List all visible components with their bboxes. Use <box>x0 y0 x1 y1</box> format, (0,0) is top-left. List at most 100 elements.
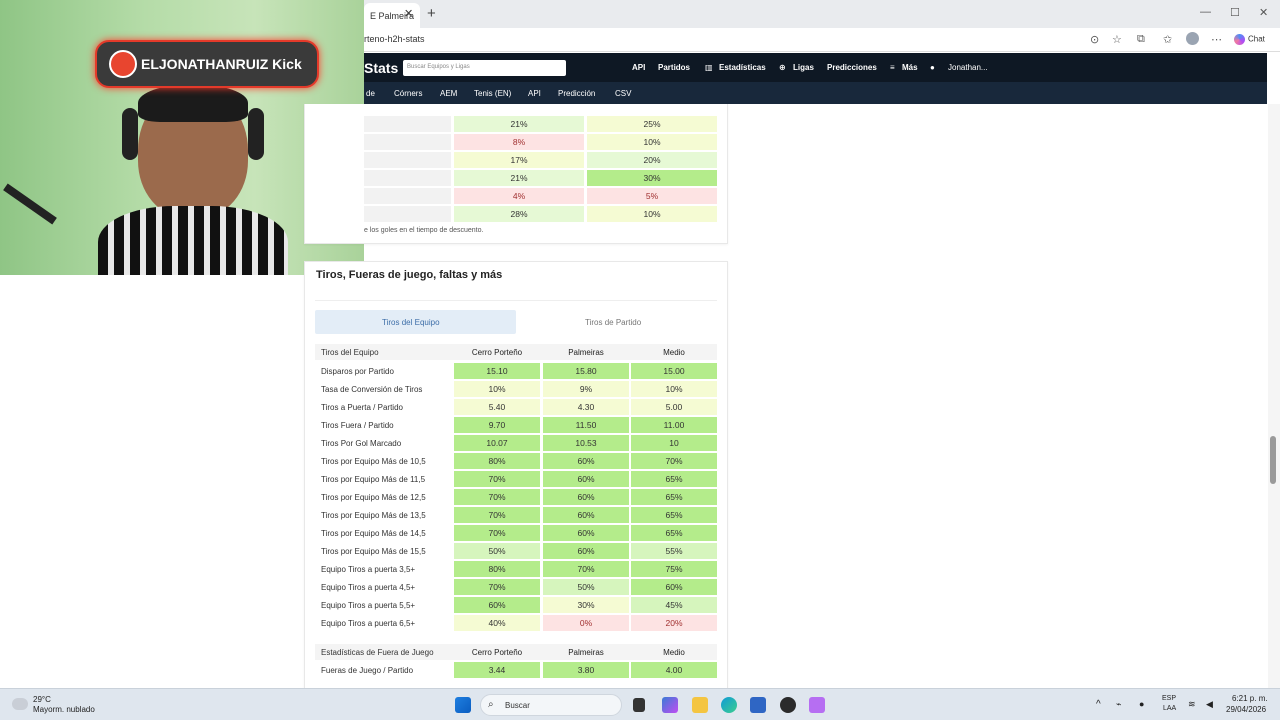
nav-mas[interactable]: Más <box>902 63 918 72</box>
shots-section-title: Tiros, Fueras de juego, faltas y más <box>316 269 503 281</box>
table-cell: 9.70 <box>454 417 540 433</box>
clock-time[interactable]: 6:21 p. m. <box>1232 694 1268 703</box>
table-row <box>364 188 451 204</box>
row-label: Tiros por Equipo Más de 11,5 <box>321 475 426 484</box>
task-view-icon[interactable] <box>633 698 645 712</box>
site-search-input[interactable]: Buscar Equipos y Ligas <box>403 60 566 76</box>
table-cell: 65% <box>631 507 717 523</box>
tab-tiros-partido[interactable]: Tiros de Partido <box>585 318 641 327</box>
language-top[interactable]: ESP <box>1162 695 1176 702</box>
table-cell: 40% <box>454 615 540 631</box>
table-cell: 17% <box>454 152 584 168</box>
table-cell: 10 <box>631 435 717 451</box>
subnav-aem[interactable]: AEM <box>440 89 457 98</box>
table-cell: 11.00 <box>631 417 717 433</box>
extensions-icon[interactable]: ⧉ <box>1137 33 1145 46</box>
browser-tab-bar <box>364 0 1280 28</box>
volume-icon[interactable]: ◀ <box>1206 699 1213 710</box>
subnav-api[interactable]: API <box>528 89 541 98</box>
table-cell: 4.30 <box>543 399 629 415</box>
table-row <box>364 134 451 150</box>
taskbar-search[interactable]: ⌕ Buscar <box>480 694 622 716</box>
nav-api[interactable]: API <box>632 63 645 72</box>
more-menu-icon[interactable]: ⋯ <box>1211 33 1222 46</box>
close-window-icon[interactable]: ✕ <box>1259 6 1268 19</box>
row-label: Disparos por Partido <box>321 367 394 376</box>
table-cell: 5% <box>587 188 717 204</box>
table-cell: 70% <box>454 579 540 595</box>
wifi-icon[interactable]: ≋ <box>1188 699 1196 710</box>
table-cell: 20% <box>587 152 717 168</box>
weather-icon[interactable] <box>12 698 28 710</box>
table-cell: 25% <box>587 116 717 132</box>
nav-partidos[interactable]: Partidos <box>658 63 690 72</box>
store-icon[interactable] <box>750 697 766 713</box>
row-label: Tiros por Equipo Más de 12,5 <box>321 493 426 502</box>
subnav-tenis[interactable]: Tenis (EN) <box>474 89 511 98</box>
favorite-star-icon[interactable]: ☆ <box>1112 33 1122 46</box>
table-cell: 4% <box>454 188 584 204</box>
table-cell: 10% <box>631 381 717 397</box>
table-cell: 5.40 <box>454 399 540 415</box>
card-divider <box>315 300 717 301</box>
row-label: Tiros Fuera / Partido <box>321 421 394 430</box>
copilot-chat-button[interactable]: Chat <box>1234 34 1265 45</box>
table-cell: 4.00 <box>631 662 717 678</box>
table-cell: 3.44 <box>454 662 540 678</box>
nav-ligas[interactable]: Ligas <box>793 63 814 72</box>
favorites-icon[interactable]: ✩ <box>1163 33 1172 46</box>
language-bottom[interactable]: LAA <box>1163 705 1176 712</box>
clock-date[interactable]: 29/04/2026 <box>1226 705 1266 714</box>
tab-tiros-equipo-label: Tiros del Equipo <box>382 318 440 327</box>
table-cell: 70% <box>543 561 629 577</box>
edge-browser-icon[interactable] <box>721 697 737 713</box>
nav-estadisticas[interactable]: Estadísticas <box>719 63 766 72</box>
weather-desc[interactable]: Mayorm. nublado <box>33 705 95 714</box>
site-brand[interactable]: Stats <box>364 60 398 76</box>
table-cell: 75% <box>631 561 717 577</box>
header-medio: Medio <box>663 348 685 357</box>
row-label: Tiros por Equipo Más de 14,5 <box>321 529 426 538</box>
streaming-app-icon[interactable] <box>809 697 825 713</box>
close-tab-icon[interactable]: ✕ <box>404 7 413 20</box>
subnav-prediccion[interactable]: Predicción <box>558 89 595 98</box>
profile-avatar-icon[interactable] <box>1186 32 1199 45</box>
reader-icon[interactable]: ⊙ <box>1090 33 1099 46</box>
copilot-app-icon[interactable] <box>662 697 678 713</box>
obs-icon[interactable] <box>780 697 796 713</box>
row-label: Tiros Por Gol Marcado <box>321 439 402 448</box>
hamburger-icon: ≡ <box>890 63 895 72</box>
row-label: Equipo Tiros a puerta 3,5+ <box>321 565 416 574</box>
taskbar-search-label: Buscar <box>505 701 530 710</box>
new-tab-icon[interactable]: + <box>427 5 436 22</box>
url-text[interactable]: rteno-h2h-stats <box>364 34 425 44</box>
nav-predicciones[interactable]: Predicciones <box>827 63 877 72</box>
scrollbar-thumb[interactable] <box>1270 436 1276 484</box>
globe-icon: ⊕ <box>779 63 786 72</box>
tray-chevron-icon[interactable]: ^ <box>1096 699 1101 710</box>
windows-start-icon[interactable] <box>455 697 471 713</box>
table-row <box>364 206 451 222</box>
site-subnav: de Córners AEM Tenis (EN) API Predicción… <box>364 82 1267 104</box>
row-label: Equipo Tiros a puerta 6,5+ <box>321 619 416 628</box>
table-cell: 70% <box>454 471 540 487</box>
table-cell: 65% <box>631 471 717 487</box>
network-icon[interactable]: ⌁ <box>1116 699 1121 710</box>
subnav-corners[interactable]: Córners <box>394 89 422 98</box>
table-cell: 15.80 <box>543 363 629 379</box>
subnav-item[interactable]: de <box>366 89 375 98</box>
table-cell: 60% <box>543 543 629 559</box>
table-cell: 60% <box>543 471 629 487</box>
file-explorer-icon[interactable] <box>692 697 708 713</box>
weather-temp[interactable]: 29°C <box>33 695 51 704</box>
minimize-icon[interactable]: — <box>1200 6 1211 18</box>
page-scrollbar[interactable] <box>1268 104 1280 688</box>
table-cell: 9% <box>543 381 629 397</box>
nav-user[interactable]: Jonathan... <box>948 63 988 72</box>
header-palmeiras: Palmeiras <box>568 348 604 357</box>
search-icon: ⌕ <box>488 699 494 710</box>
microphone-icon[interactable]: ● <box>1139 699 1144 709</box>
subnav-csv[interactable]: CSV <box>615 89 631 98</box>
table-cell: 3.80 <box>543 662 629 678</box>
maximize-icon[interactable]: ☐ <box>1230 6 1240 19</box>
